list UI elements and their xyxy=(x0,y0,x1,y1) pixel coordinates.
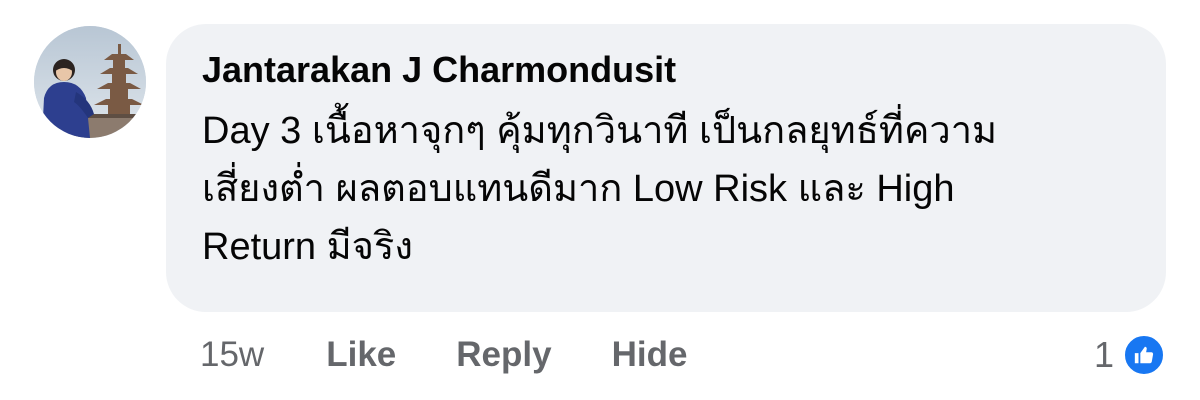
profile-photo xyxy=(34,26,146,138)
thumbs-up-icon xyxy=(1122,333,1166,377)
comment-author[interactable]: Jantarakan J Charmondusit xyxy=(202,48,1130,92)
comment-timestamp[interactable]: 15w xyxy=(200,335,264,375)
comment-actions: 15w Like Reply Hide xyxy=(200,330,747,380)
comment: Jantarakan J Charmondusit Day 3 เนื้อหาจ… xyxy=(0,0,1200,400)
hide-button[interactable]: Hide xyxy=(612,335,688,375)
avatar[interactable] xyxy=(34,26,146,138)
reaction-count: 1 xyxy=(1093,334,1114,375)
reply-button[interactable]: Reply xyxy=(456,335,551,375)
like-button[interactable]: Like xyxy=(326,335,396,375)
comment-text: Day 3 เนื้อหาจุกๆ คุ้มทุกวินาที เป็นกลยุ… xyxy=(202,110,998,268)
reaction-summary[interactable]: 1 xyxy=(1094,330,1166,380)
comment-bubble: Jantarakan J Charmondusit Day 3 เนื้อหาจ… xyxy=(166,24,1166,312)
